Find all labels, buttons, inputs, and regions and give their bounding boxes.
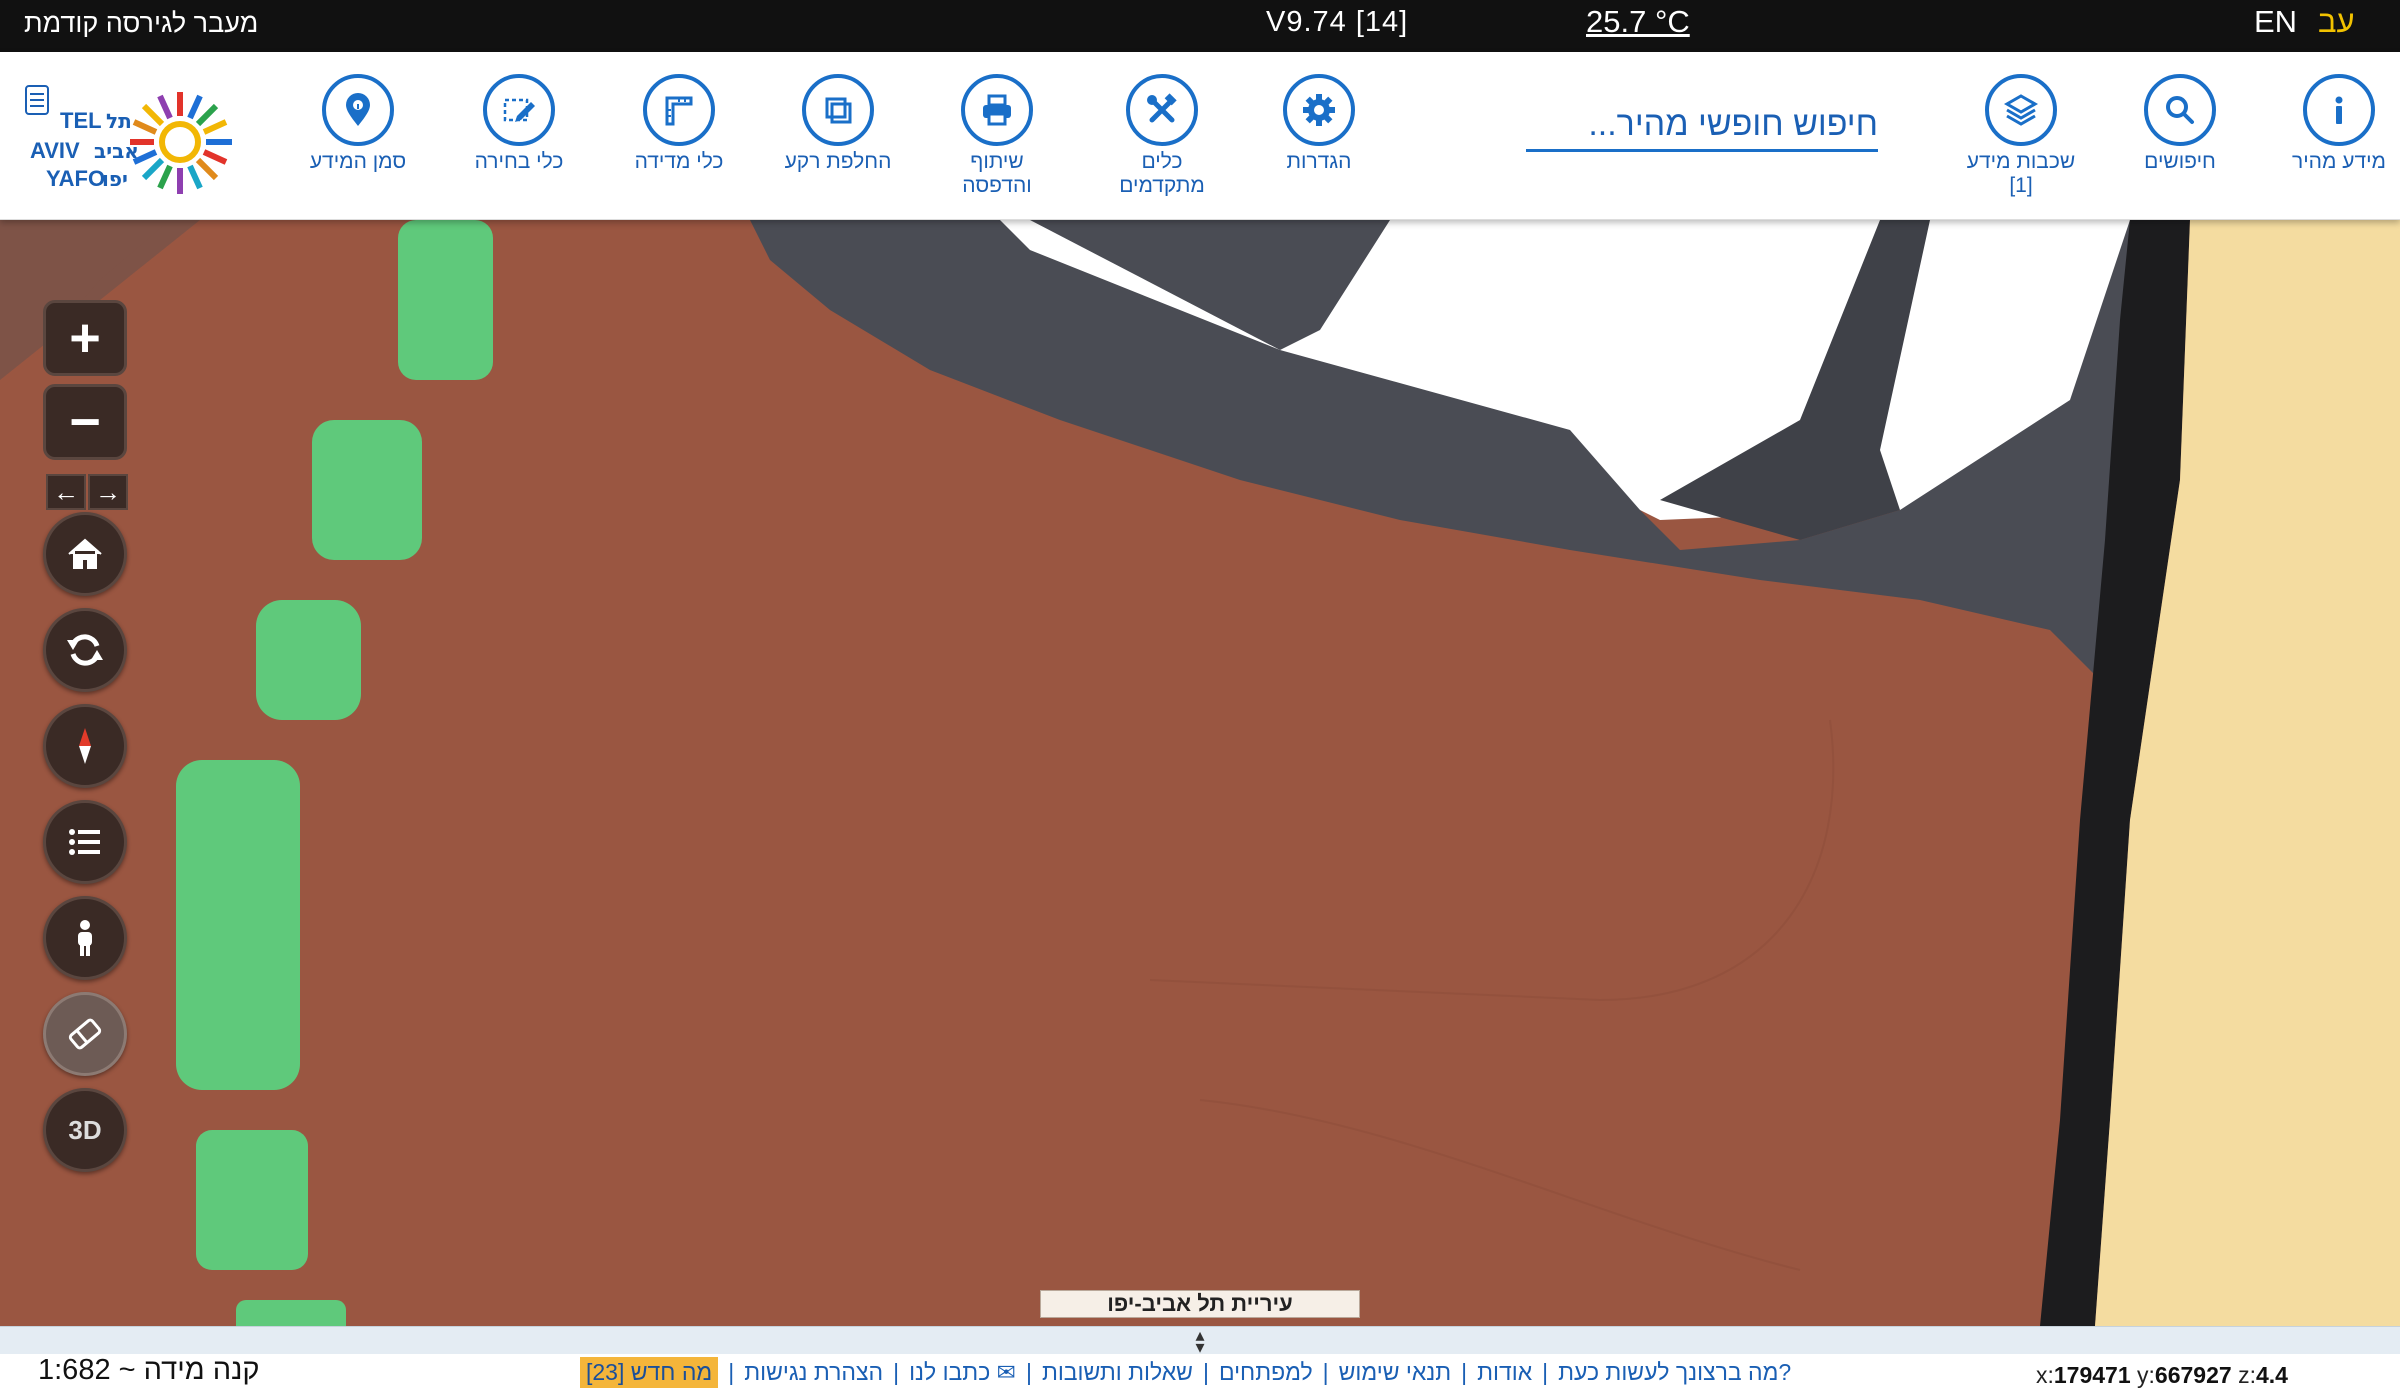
zoom-in-button[interactable]: + [43,300,127,376]
svg-text:תל: תל [106,109,132,133]
tool-selection[interactable]: כלי בחירה [444,74,594,174]
language-hebrew[interactable]: עב [2318,4,2355,40]
zoom-out-icon: − [69,392,101,452]
tools-icon [1126,74,1198,146]
svg-text:YAFO: YAFO [46,166,105,191]
zoom-in-icon: + [69,308,101,368]
bottom-bar: ▴ ▾ קנה מידה ~ 1:682 מה חדש [23] | הצהרת … [0,1326,2400,1392]
coordinates-readout: x:179471 y:667927 z:4.4 [2036,1362,2288,1388]
map-tiles [0,220,2400,1326]
legend-button[interactable] [43,800,127,884]
tool-searches[interactable]: חיפושים [2105,74,2255,174]
panel-resize-handle[interactable]: ▴ ▾ [0,1324,2400,1357]
3d-view-button[interactable]: 3D [43,1088,127,1172]
link-what-to-do[interactable]: מה ברצונך לעשות כעת? [1558,1359,1791,1386]
info-icon [2303,74,2375,146]
basemap-icon [802,74,874,146]
chevron-updown-icon: ▴ ▾ [1195,1324,1205,1357]
link-developers[interactable]: למפתחים [1219,1359,1313,1386]
refresh-button[interactable] [43,608,127,692]
link-accessibility[interactable]: הצהרת נגישות [744,1359,883,1386]
tool-change-basemap[interactable]: החלפת רקע [763,74,913,174]
link-whats-new[interactable]: מה חדש [23] [580,1356,719,1388]
map-scale: קנה מידה ~ 1:682 [38,1354,260,1386]
version-label: V9.74 [14] [1266,6,1409,38]
arrow-right-icon[interactable]: → [88,474,128,510]
tool-info-layers[interactable]: שכבות מידע [1] [1946,74,2096,198]
main-toolbar: TEL AVIV YAFO תל אביב יפו מידע מהיר חיפו… [0,52,2400,220]
svg-text:TEL: TEL [60,108,102,133]
street-view-button[interactable] [43,896,127,980]
temperature-link[interactable]: 25.7 °C [1586,4,1690,40]
svg-text:AVIV: AVIV [30,138,80,163]
tool-settings[interactable]: הגדרות [1244,74,1394,174]
tool-quick-info[interactable]: מידע מהיר [2264,74,2400,174]
previous-version-link[interactable]: מעבר לגירסה קודמת [24,8,258,39]
ruler-icon [643,74,715,146]
search-icon [2144,74,2216,146]
legend-list-icon [69,829,100,855]
link-contact[interactable]: כתבו לנו ✉ [909,1359,1016,1386]
compass-icon [79,728,91,764]
gear-icon [1283,74,1355,146]
eraser-button[interactable] [43,992,127,1076]
link-faq[interactable]: שאלות ותשובות [1042,1359,1193,1386]
pin-icon [322,74,394,146]
3d-label: 3D [68,1114,102,1145]
tool-info-marker[interactable]: סמן המידע [283,74,433,174]
free-search-input[interactable] [1526,100,1878,148]
home-icon [68,538,102,569]
footer-links: מה חדש [23] | הצהרת נגישות | כתבו לנו ✉ … [580,1356,1791,1388]
tel-aviv-logo: TEL AVIV YAFO תל אביב יפו [22,78,250,208]
map-canvas[interactable]: ← → + − 3D [0,220,2400,1326]
top-bar: מעבר לגירסה קודמת V9.74 [14] 25.7 °C EN … [0,0,2400,52]
svg-text:יפו: יפו [102,167,128,191]
tool-advanced-tools[interactable]: כלים מתקדמים [1087,74,1237,198]
compass-button[interactable] [43,704,127,788]
city-label: עיריית תל אביב-יפו [1040,1290,1360,1318]
tool-measure[interactable]: כלי מדידה [604,74,754,174]
street-view-icon [78,920,92,956]
city-emblem-icon [25,85,49,115]
language-english[interactable]: EN [2254,4,2297,40]
home-button[interactable] [43,512,127,596]
zoom-out-button[interactable]: − [43,384,127,460]
free-search [1526,100,1878,152]
tool-share-print[interactable]: שיתוף והדפסה [922,74,1072,198]
eraser-icon [68,1018,102,1050]
refresh-icon [67,634,103,666]
printer-icon [961,74,1033,146]
link-about[interactable]: אודות [1477,1359,1532,1386]
layers-icon [1985,74,2057,146]
link-terms[interactable]: תנאי שימוש [1339,1359,1452,1386]
select-icon [483,74,555,146]
arrow-left-icon[interactable]: ← [46,474,86,510]
